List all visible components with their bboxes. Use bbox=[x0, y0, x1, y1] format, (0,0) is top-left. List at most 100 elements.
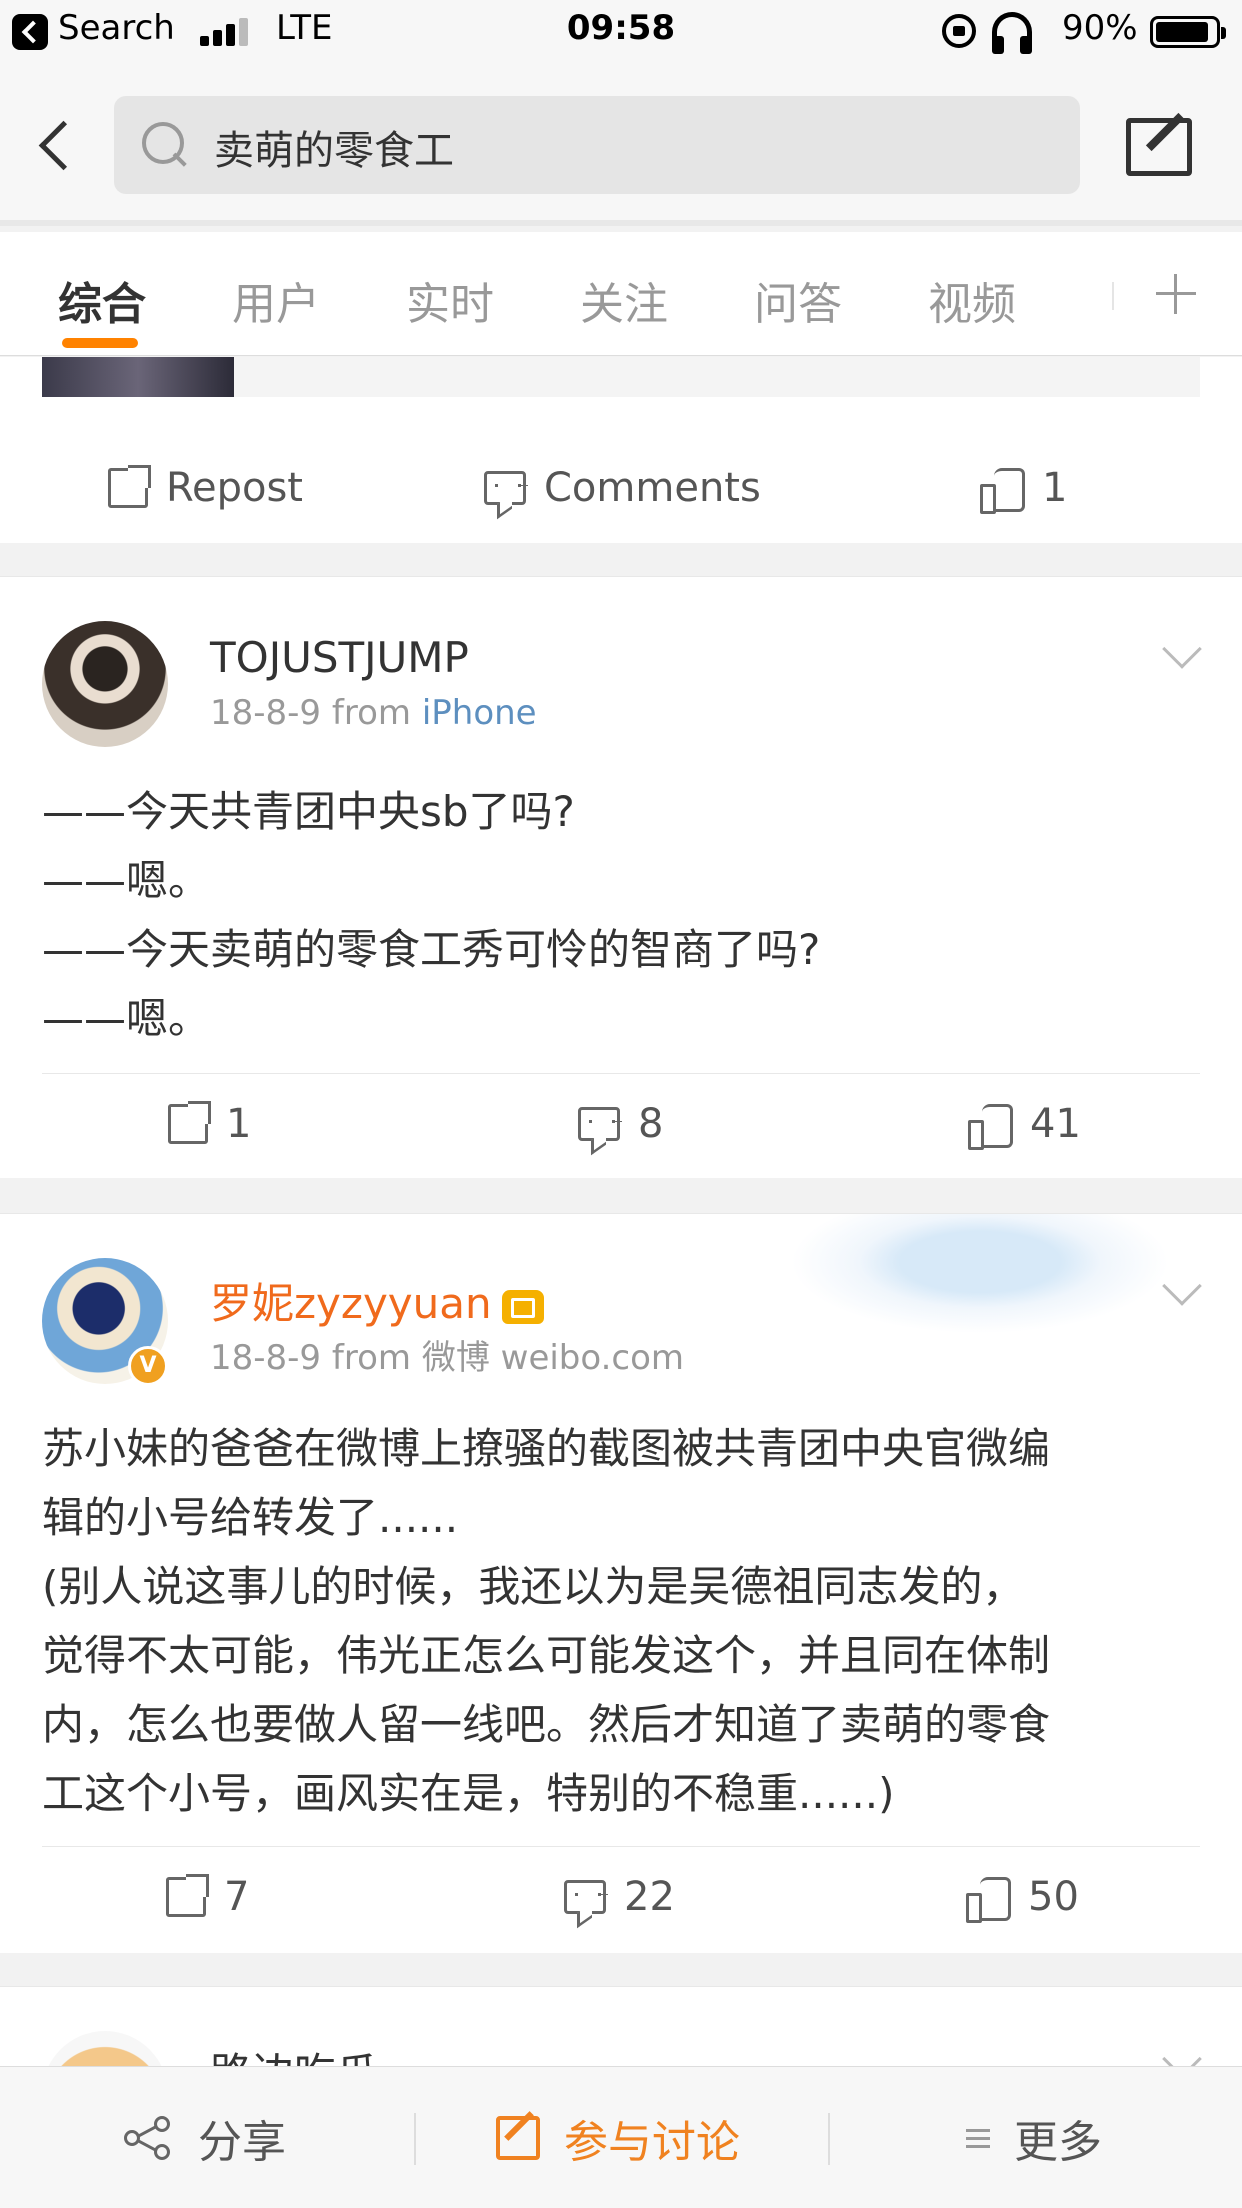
repost-box[interactable] bbox=[234, 357, 1200, 397]
share-icon bbox=[124, 2116, 174, 2160]
post-text-line: 苏小妹的爸爸在微博上撩骚的截图被共青团中央官微编 bbox=[42, 1424, 1051, 1473]
post-image[interactable] bbox=[42, 357, 234, 397]
post-text-line: ——嗯。 bbox=[42, 856, 211, 905]
action-row: 7 22 50 bbox=[0, 1842, 1242, 1952]
divider bbox=[414, 2113, 416, 2165]
share-label: 分享 bbox=[198, 2117, 286, 2168]
post-text-line: 辑的小号给转发了...... bbox=[42, 1493, 459, 1542]
post-card[interactable]: 罗妮zyzyyuan 18-8-9 from 微博 weibo.com 苏小妹的… bbox=[0, 1213, 1242, 1953]
previous-post-card: Repost Comments 1 bbox=[0, 357, 1242, 543]
card-background-decoration bbox=[790, 1214, 1170, 1334]
menu-icon bbox=[966, 2127, 990, 2149]
card-separator bbox=[0, 1178, 1242, 1213]
post-username[interactable]: TOJUSTJUMP bbox=[210, 633, 469, 682]
comments-button[interactable]: 22 bbox=[564, 1842, 675, 1952]
post-source: 微博 weibo.com bbox=[421, 1338, 685, 1378]
discuss-label: 参与讨论 bbox=[564, 2117, 740, 2168]
action-row: 1 8 41 bbox=[0, 1069, 1242, 1179]
post-text-line: ——今天共青团中央sb了吗? bbox=[42, 787, 575, 836]
tab-realtime[interactable]: 实时 bbox=[406, 268, 494, 332]
post-text-line: 工这个小号，画风实在是，特别的不稳重......) bbox=[42, 1769, 895, 1818]
post-from-label: from bbox=[331, 693, 412, 733]
back-button[interactable] bbox=[34, 114, 84, 174]
tab-video[interactable]: 视频 bbox=[928, 268, 1016, 332]
rotation-lock-icon bbox=[942, 14, 976, 48]
tab-qa[interactable]: 问答 bbox=[754, 268, 842, 332]
repost-button[interactable]: Repost bbox=[108, 433, 303, 543]
comment-icon bbox=[484, 471, 526, 505]
verified-badge-icon: V bbox=[128, 1346, 168, 1386]
vip-crown-icon bbox=[501, 1289, 544, 1324]
comments-button[interactable]: 8 bbox=[578, 1069, 663, 1179]
like-button[interactable]: 1 bbox=[980, 433, 1067, 543]
comment-icon bbox=[578, 1107, 620, 1141]
post-text-line: ——嗯。 bbox=[42, 994, 211, 1043]
repost-button[interactable]: 1 bbox=[168, 1069, 251, 1179]
like-icon bbox=[980, 466, 1025, 514]
post-card[interactable]: TOJUSTJUMP 18-8-9 from iPhone ——今天共青团中央s… bbox=[0, 576, 1242, 1178]
tab-divider bbox=[1112, 282, 1114, 310]
post-text-line: 内，怎么也要做人留一线吧。然后才知道了卖萌的零食 bbox=[42, 1700, 1051, 1749]
repost-button[interactable]: 7 bbox=[166, 1842, 249, 1952]
more-button[interactable]: 更多 bbox=[966, 2067, 1102, 2208]
more-label: 更多 bbox=[1014, 2117, 1102, 2168]
post-text: ——今天共青团中央sb了吗? ——嗯。 ——今天卖萌的零食工秀可怜的智商了吗? … bbox=[42, 777, 1202, 1053]
battery-percent: 90% bbox=[1062, 8, 1138, 48]
comment-count: 8 bbox=[638, 1101, 664, 1147]
chevron-down-icon[interactable] bbox=[1162, 2039, 1202, 2066]
clock: 09:58 bbox=[566, 8, 676, 48]
post-meta: 18-8-9 from iPhone bbox=[210, 693, 537, 733]
tab-bar: 综合 用户 实时 关注 问答 视频 bbox=[0, 232, 1242, 356]
avatar[interactable] bbox=[42, 2031, 168, 2066]
like-icon bbox=[968, 1102, 1013, 1150]
divider bbox=[828, 2113, 830, 2165]
share-button[interactable]: 分享 bbox=[124, 2067, 286, 2208]
add-tab-icon[interactable] bbox=[1156, 274, 1196, 314]
repost-label: Repost bbox=[166, 465, 303, 511]
post-card[interactable] bbox=[0, 1986, 1242, 2066]
search-icon bbox=[142, 122, 188, 168]
card-separator bbox=[0, 543, 1242, 576]
post-date: 18-8-9 bbox=[210, 693, 322, 733]
post-date: 18-8-9 bbox=[210, 1338, 322, 1378]
comments-button[interactable]: Comments bbox=[484, 433, 761, 543]
tab-users[interactable]: 用户 bbox=[232, 268, 320, 332]
chevron-down-icon[interactable] bbox=[1162, 629, 1202, 669]
status-bar: Search LTE 09:58 90% bbox=[0, 0, 1242, 62]
comment-icon bbox=[564, 1880, 606, 1914]
avatar[interactable] bbox=[42, 621, 168, 747]
active-tab-indicator bbox=[62, 338, 138, 348]
comment-count: 22 bbox=[624, 1874, 675, 1920]
comments-label: Comments bbox=[544, 465, 761, 511]
post-source[interactable]: iPhone bbox=[422, 693, 537, 733]
headphones-icon bbox=[992, 12, 1032, 54]
like-icon bbox=[966, 1875, 1011, 1923]
search-query: 卖萌的零食工 bbox=[214, 128, 454, 174]
compose-button[interactable] bbox=[1126, 118, 1192, 176]
post-text: 苏小妹的爸爸在微博上撩骚的截图被共青团中央官微编 辑的小号给转发了...... … bbox=[42, 1414, 1202, 1828]
tab-following[interactable]: 关注 bbox=[580, 268, 668, 332]
repost-icon bbox=[108, 465, 151, 508]
repost-count: 1 bbox=[226, 1101, 252, 1147]
like-count: 1 bbox=[1042, 465, 1068, 511]
post-username[interactable]: 罗妮zyzyyuan bbox=[210, 1270, 544, 1331]
like-button[interactable]: 41 bbox=[968, 1069, 1081, 1179]
battery-icon bbox=[1150, 16, 1226, 48]
repost-icon bbox=[168, 1101, 211, 1144]
card-separator bbox=[0, 1953, 1242, 1986]
action-row: Repost Comments 1 bbox=[0, 433, 1242, 543]
edit-icon bbox=[496, 2116, 540, 2160]
post-from-label: from bbox=[331, 1338, 412, 1378]
search-header: 卖萌的零食工 bbox=[0, 62, 1242, 226]
post-text-line: 觉得不太可能，伟光正怎么可能发这个，并且同在体制 bbox=[42, 1631, 1051, 1680]
repost-count: 7 bbox=[224, 1874, 250, 1920]
like-count: 41 bbox=[1030, 1101, 1081, 1147]
search-input[interactable]: 卖萌的零食工 bbox=[114, 96, 1080, 194]
post-text-line: (别人说这事儿的时候，我还以为是吴德祖同志发的， bbox=[42, 1562, 1025, 1611]
bottom-action-bar: 分享 参与讨论 更多 bbox=[0, 2066, 1242, 2208]
post-text-line: ——今天卖萌的零食工秀可怜的智商了吗? bbox=[42, 925, 821, 974]
discuss-button[interactable]: 参与讨论 bbox=[496, 2067, 740, 2208]
tab-overall[interactable]: 综合 bbox=[58, 268, 146, 332]
like-button[interactable]: 50 bbox=[966, 1842, 1079, 1952]
like-count: 50 bbox=[1028, 1874, 1079, 1920]
